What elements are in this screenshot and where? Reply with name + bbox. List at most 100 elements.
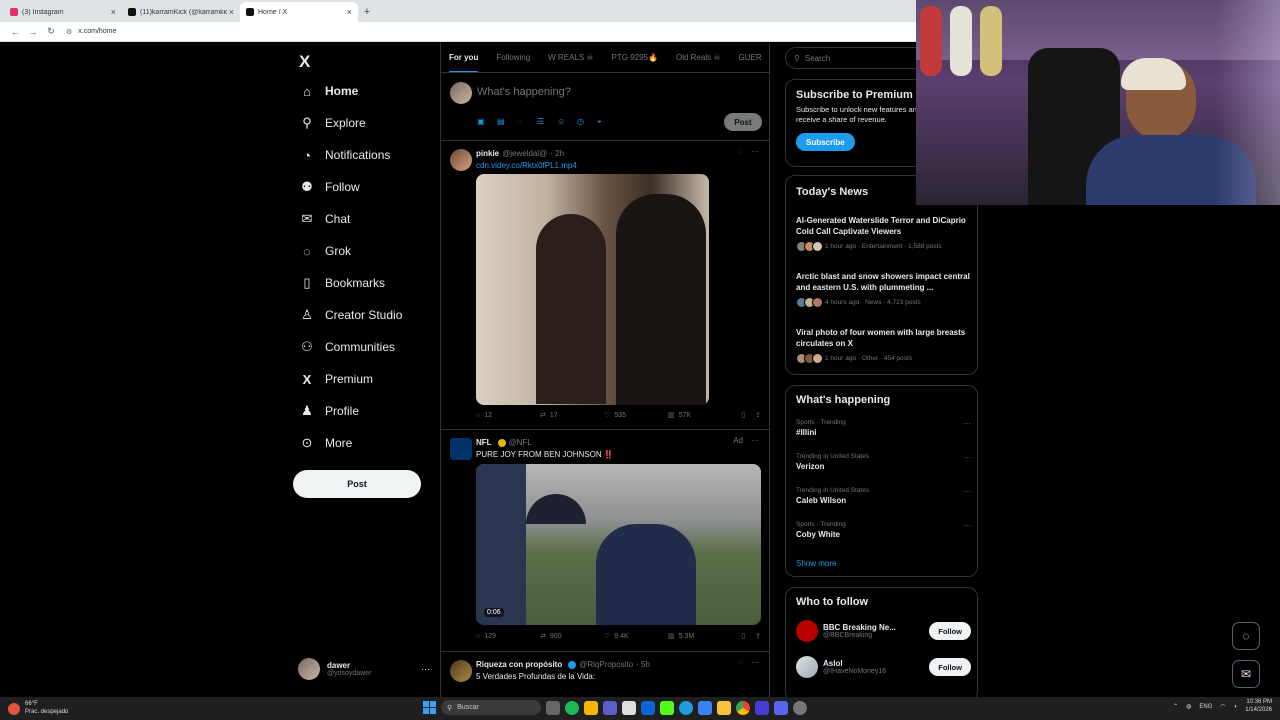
more-options-icon[interactable]: ··· — [963, 453, 971, 462]
app-blue-icon[interactable] — [698, 700, 712, 715]
nav-home[interactable]: ⌂ Home — [298, 79, 358, 103]
repost-button[interactable]: ⇄ 17 — [540, 411, 604, 420]
settings-icon[interactable] — [793, 700, 807, 715]
grok-icon[interactable]: ◌ — [517, 117, 537, 127]
x-logo-icon[interactable]: X — [299, 52, 310, 72]
tab-guer[interactable]: GUER — [739, 43, 762, 72]
follow-suggestion[interactable]: Aslol @IHaveNoMoney16 Follow — [796, 656, 971, 678]
tweet[interactable]: Riqueza con propósito @RiqProposito · 5h… — [441, 652, 769, 697]
tab-ptg[interactable]: PTG 9295🔥 — [612, 43, 658, 72]
tweet-time[interactable]: · 5h — [636, 660, 650, 669]
like-button[interactable]: ♡ 535 — [604, 411, 668, 420]
nav-grok[interactable]: ◌ Grok — [298, 239, 351, 263]
tab-old-reals[interactable]: Old Reals ☠ — [676, 43, 721, 72]
more-options-icon[interactable]: ··· — [963, 419, 971, 428]
nav-notifications[interactable]: ◔ Notifications — [298, 143, 390, 167]
trend-item[interactable]: Trending in United States Caleb Wilson ·… — [796, 487, 971, 505]
tweet-author-handle[interactable]: @RiqProposito — [579, 660, 633, 669]
like-button[interactable]: ♡ 9.4K — [604, 632, 668, 641]
folder-icon[interactable] — [717, 700, 731, 715]
grok-icon[interactable]: ◌ — [738, 658, 743, 667]
more-options-icon[interactable]: ··· — [751, 147, 759, 156]
lang-indicator[interactable]: ENG — [1199, 704, 1212, 710]
views-button[interactable]: ▥ 5.3M — [668, 632, 732, 641]
tweet-link[interactable]: cdn.videy.co/Rktx0fPL1.mp4 — [476, 161, 577, 170]
compose-input[interactable]: What's happening? — [477, 86, 571, 98]
nav-more[interactable]: ⊙ More — [298, 431, 353, 455]
forward-icon[interactable]: → — [24, 27, 42, 37]
nav-explore[interactable]: ⚲ Explore — [298, 111, 365, 135]
new-tab-button[interactable]: + — [358, 2, 376, 22]
more-options-icon[interactable]: ··· — [751, 436, 759, 445]
close-icon[interactable]: × — [229, 7, 234, 17]
spotify-icon[interactable] — [565, 700, 579, 715]
tab-for-you[interactable]: For you — [449, 43, 479, 72]
browser-tab-home-x[interactable]: Home / X × — [240, 2, 358, 22]
edge-icon[interactable] — [679, 700, 693, 715]
outlook-icon[interactable] — [641, 700, 655, 715]
bookmark-icon[interactable]: ▯ — [741, 411, 745, 419]
grok-float-icon[interactable]: ◌ — [1232, 622, 1260, 650]
clock[interactable]: 10:36 PM 1/14/2026 — [1245, 699, 1272, 714]
subscribe-button[interactable]: Subscribe — [796, 133, 855, 151]
schedule-icon[interactable]: ◷ — [577, 117, 597, 127]
repost-button[interactable]: ⇄ 900 — [540, 632, 604, 641]
nav-communities[interactable]: ⚇ Communities — [298, 335, 395, 359]
more-options-icon[interactable]: ··· — [963, 521, 971, 530]
follow-suggestion[interactable]: BBC Breaking Ne... @BBCBreaking Follow — [796, 620, 971, 642]
nav-follow[interactable]: ⚉ Follow — [298, 175, 360, 199]
chevron-up-icon[interactable]: ⌃ — [1173, 703, 1178, 710]
close-icon[interactable]: × — [347, 7, 352, 17]
gif-icon[interactable]: ▤ — [497, 117, 517, 127]
emoji-icon[interactable]: ☺ — [557, 117, 577, 127]
tweet-author-handle[interactable]: @jeweldal@ — [502, 149, 547, 158]
weather-widget[interactable]: 66°F Prac. despejado — [8, 701, 68, 715]
bookmark-icon[interactable]: ▯ — [741, 632, 745, 640]
teams-icon[interactable] — [603, 700, 617, 715]
grok-icon[interactable]: ◌ — [738, 147, 743, 156]
app-green-icon[interactable] — [660, 700, 674, 715]
tweet-video[interactable] — [476, 174, 709, 405]
windows-start-icon[interactable] — [423, 701, 436, 714]
location-icon[interactable]: ⌖ — [597, 117, 617, 127]
tweet-author-name[interactable]: NFL — [476, 438, 492, 447]
nav-premium[interactable]: X Premium — [298, 367, 373, 391]
obs-icon[interactable] — [755, 700, 769, 715]
share-icon[interactable]: ⇪ — [755, 411, 761, 419]
post-button[interactable]: Post — [293, 470, 421, 498]
reply-button[interactable]: ○ 12 — [476, 411, 540, 419]
nav-chat[interactable]: ✉ Chat — [298, 207, 351, 231]
tweet-author-name[interactable]: Riqueza con propósito — [476, 660, 562, 669]
tweet[interactable]: pinkie @jeweldal@ · 2h ◌ ··· cdn.videy.c… — [441, 141, 769, 430]
messages-float-icon[interactable]: ✉ — [1232, 660, 1260, 688]
network-icon[interactable]: ◍ — [1186, 703, 1191, 710]
nav-bookmarks[interactable]: ▯ Bookmarks — [298, 271, 385, 295]
volume-icon[interactable]: ◖ — [1234, 704, 1238, 710]
nav-profile[interactable]: ♟ Profile — [298, 399, 359, 423]
site-info-icon[interactable]: ⚙ — [66, 28, 72, 36]
poll-icon[interactable]: ☰ — [537, 117, 557, 127]
discord-icon[interactable] — [774, 700, 788, 715]
trend-item[interactable]: Sports · Trending Coby White ··· — [796, 521, 971, 539]
image-icon[interactable]: ▣ — [477, 117, 497, 127]
news-item[interactable]: Viral photo of four women with large bre… — [796, 328, 971, 364]
browser-tab-instagram[interactable]: (3) Instagram × — [4, 2, 122, 22]
browser-tab-kick[interactable]: (11)karramKick (@karramkick) | × — [122, 2, 240, 22]
reload-icon[interactable]: ↻ — [42, 26, 60, 37]
more-options-icon[interactable]: ··· — [421, 664, 430, 674]
tweet-author-handle[interactable]: @NFL — [509, 438, 532, 447]
task-view-icon[interactable] — [546, 700, 560, 715]
files-icon[interactable] — [584, 700, 598, 715]
share-icon[interactable]: ⇪ — [755, 632, 761, 640]
reply-button[interactable]: ○ 129 — [476, 632, 540, 640]
chrome-icon[interactable] — [736, 700, 750, 715]
compose-post-button[interactable]: Post — [724, 113, 762, 131]
nav-creator-studio[interactable]: ♙ Creator Studio — [298, 303, 402, 327]
back-icon[interactable]: ← — [6, 27, 24, 37]
calendar-icon[interactable] — [622, 700, 636, 715]
show-more-link[interactable]: Show more — [796, 559, 836, 568]
close-icon[interactable]: × — [111, 7, 116, 17]
news-item[interactable]: AI-Generated Waterslide Terror and DiCap… — [796, 216, 971, 252]
more-options-icon[interactable]: ··· — [751, 658, 759, 667]
tab-w-reals[interactable]: W REALS ☠ — [548, 43, 593, 72]
